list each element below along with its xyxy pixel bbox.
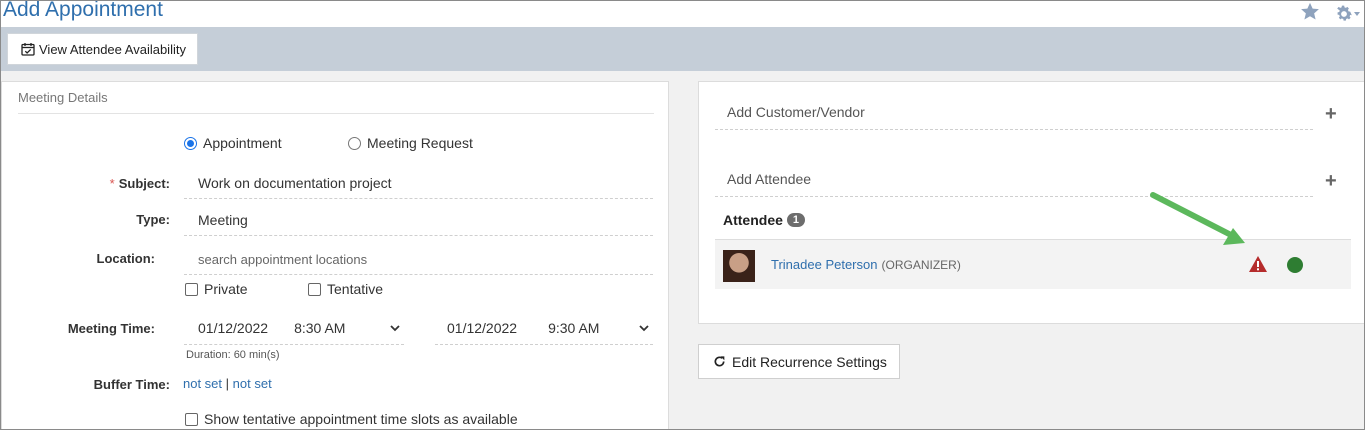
edit-recurrence-label: Edit Recurrence Settings [732, 353, 887, 370]
tentative-label: Tentative [327, 281, 384, 297]
meeting-details-panel: Meeting Details Appointment Meeting Requ… [1, 81, 669, 429]
buffer-time-values: not set | not set [183, 376, 272, 391]
show-tentative-label: Show tentative appointment time slots as… [204, 411, 518, 427]
page-title: Add Appointment [3, 0, 163, 21]
duration-text: Duration: 60 min(s) [186, 349, 280, 361]
star-icon[interactable] [1300, 2, 1320, 26]
attendee-header-label: Attendee [723, 212, 783, 228]
buffer-time-label: Buffer Time: [93, 377, 170, 392]
meeting-time-label: Meeting Time: [67, 321, 155, 336]
end-date-input[interactable]: 01/12/2022 [447, 320, 517, 336]
radio-selected [184, 136, 197, 150]
add-customer-plus-icon[interactable]: + [1325, 103, 1337, 126]
edit-recurrence-button[interactable]: Edit Recurrence Settings [698, 344, 900, 379]
meeting-request-radio[interactable]: Meeting Request [348, 135, 473, 151]
subject-input[interactable]: Work on documentation project [184, 168, 653, 199]
type-field[interactable]: Meeting [184, 205, 653, 236]
view-attendee-availability-button[interactable]: View Attendee Availability [7, 33, 198, 65]
top-right-icons [1300, 2, 1360, 26]
private-checkbox[interactable]: Private [185, 281, 248, 297]
organizer-label: (ORGANIZER) [881, 258, 961, 272]
refresh-icon [714, 356, 725, 367]
section-title: Meeting Details [18, 90, 654, 114]
show-tentative-checkbox[interactable]: Show tentative appointment time slots as… [185, 411, 518, 427]
checkbox-box [308, 282, 321, 296]
start-time-select[interactable]: 8:30 AM [294, 320, 345, 336]
chevron-down-icon [1354, 12, 1360, 16]
subject-label: * Subject: [62, 176, 170, 191]
add-attendee-plus-icon[interactable]: + [1325, 170, 1337, 193]
buffer-separator: | [225, 376, 230, 391]
attendee-name-link[interactable]: Trinadee Peterson [771, 257, 877, 272]
warning-icon[interactable] [1248, 255, 1268, 273]
gear-icon[interactable] [1334, 4, 1360, 24]
start-datetime: 01/12/2022 8:30 AM [184, 312, 404, 345]
attendee-name-wrap: Trinadee Peterson (ORGANIZER) [771, 257, 961, 272]
buffer-before-link[interactable]: not set [183, 376, 222, 391]
meeting-request-radio-label: Meeting Request [367, 135, 473, 151]
end-datetime: 01/12/2022 9:30 AM [435, 312, 653, 345]
appointment-radio[interactable]: Appointment [184, 135, 282, 151]
buffer-after-link[interactable]: not set [233, 376, 272, 391]
view-attendee-availability-label: View Attendee Availability [39, 41, 186, 57]
annotation-arrow [1150, 192, 1245, 245]
toolbar: View Attendee Availability [1, 27, 1364, 71]
avatar [723, 250, 755, 282]
tentative-checkbox[interactable]: Tentative [308, 281, 383, 297]
required-marker: * [109, 176, 115, 191]
checkbox-box [185, 412, 198, 426]
start-date-input[interactable]: 01/12/2022 [198, 320, 268, 336]
private-label: Private [204, 281, 248, 297]
app-window: Add Appointment View Attendee Availabili… [0, 0, 1365, 430]
attendee-header: Attendee 1 [723, 212, 806, 228]
subject-label-text: Subject: [118, 176, 170, 191]
calendar-check-icon [21, 43, 35, 56]
location-search-input[interactable]: search appointment locations [184, 244, 653, 275]
type-label: Type: [136, 212, 170, 227]
location-label: Location: [96, 251, 156, 266]
checkbox-box [185, 282, 198, 296]
chevron-down-icon[interactable] [390, 324, 400, 332]
attendee-count-badge: 1 [786, 213, 806, 227]
end-time-select[interactable]: 9:30 AM [548, 320, 599, 336]
add-customer-vendor-field[interactable]: Add Customer/Vendor [715, 104, 1313, 130]
appointment-radio-label: Appointment [203, 135, 282, 151]
chevron-down-icon[interactable] [639, 324, 649, 332]
radio-unselected [348, 136, 361, 150]
status-available-icon [1287, 257, 1303, 273]
